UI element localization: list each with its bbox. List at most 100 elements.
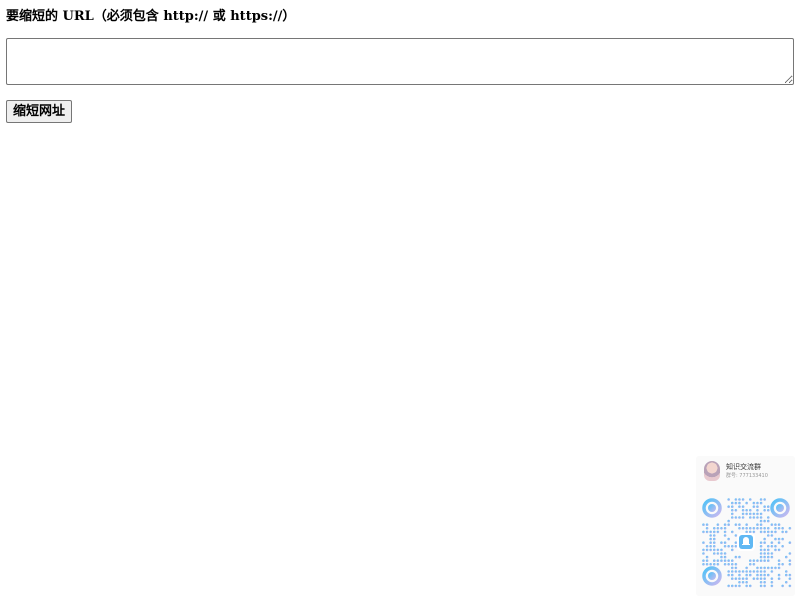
qr-module <box>734 570 738 573</box>
qr-module <box>731 512 734 516</box>
qr-module <box>759 530 763 534</box>
qr-module <box>788 541 792 544</box>
qr-module <box>770 581 774 584</box>
qr-module <box>734 541 738 544</box>
qr-module <box>767 530 770 534</box>
qr-module <box>788 563 792 566</box>
qr-module <box>745 530 748 534</box>
qr-module <box>749 563 752 566</box>
qr-module <box>731 516 734 519</box>
qr-module <box>788 527 792 530</box>
qr-module <box>741 512 745 516</box>
url-label: 要缩短的 URL（必须包含 http:// 或 https://） <box>6 9 296 24</box>
qr-module <box>756 559 759 562</box>
qr-module <box>741 505 745 508</box>
qr-module <box>781 530 784 534</box>
qr-module <box>767 519 770 523</box>
qr-module <box>770 555 774 559</box>
qr-module <box>738 570 741 573</box>
qr-module <box>763 566 766 570</box>
qr-module <box>709 537 712 541</box>
qr-module <box>702 552 705 555</box>
qr-module <box>777 527 781 530</box>
qr-module <box>763 519 766 523</box>
qr-module <box>777 541 781 544</box>
qr-module <box>756 577 759 580</box>
qr-module <box>770 541 774 544</box>
qr-module <box>716 548 720 552</box>
qr-module <box>723 541 727 544</box>
qr-module <box>774 523 777 526</box>
shorten-url-button[interactable]: 缩短网址 <box>6 100 73 123</box>
qr-module <box>767 573 770 577</box>
qr-module <box>759 573 763 577</box>
qr-module <box>741 570 745 573</box>
qr-module <box>727 559 730 562</box>
qr-module <box>713 548 716 552</box>
qr-module <box>741 577 745 580</box>
qr-module <box>781 584 784 588</box>
qr-module <box>759 555 763 559</box>
shorten-url-form: 要缩短的 URL（必须包含 http:// 或 https://） 缩短网址 <box>6 8 794 123</box>
qr-module <box>734 498 738 501</box>
qr-module <box>752 559 756 562</box>
qr-module <box>770 577 774 580</box>
qr-module <box>720 552 723 555</box>
qr-module <box>749 570 752 573</box>
qr-module <box>745 512 748 516</box>
qr-module <box>734 545 738 548</box>
qr-module <box>763 548 766 552</box>
qr-module <box>738 573 741 577</box>
qr-module <box>759 548 763 552</box>
qr-module <box>770 530 774 534</box>
qr-module <box>749 512 752 516</box>
qr-module <box>713 545 716 548</box>
qr-module <box>749 584 752 588</box>
qr-module <box>727 584 730 588</box>
qr-module <box>777 523 781 526</box>
qr-module <box>767 555 770 559</box>
qr-module <box>763 559 766 562</box>
qr-module <box>785 555 788 559</box>
avatar <box>704 461 720 481</box>
qr-module <box>767 509 770 512</box>
qr-module <box>720 555 723 559</box>
qr-module <box>763 552 766 555</box>
qr-module <box>759 584 763 588</box>
qr-module <box>770 570 774 573</box>
url-textarea[interactable] <box>6 38 794 85</box>
qr-module <box>749 498 752 501</box>
qr-module <box>731 566 734 570</box>
qr-module <box>770 566 774 570</box>
qr-module <box>763 555 766 559</box>
qr-module <box>716 559 720 562</box>
qr-module <box>752 577 756 580</box>
qr-module <box>741 516 745 519</box>
qr-module <box>702 563 705 566</box>
qr-module <box>720 527 723 530</box>
qr-module <box>756 505 759 508</box>
qr-module <box>749 527 752 530</box>
qr-module <box>756 573 759 577</box>
qr-module <box>767 505 770 508</box>
qr-module <box>788 559 792 562</box>
qr-module <box>767 527 770 530</box>
qr-module <box>781 545 784 548</box>
qr-code-icon <box>702 498 792 588</box>
qr-module <box>759 501 763 505</box>
qr-module <box>713 552 716 555</box>
qr-module <box>731 573 734 577</box>
qr-module <box>709 548 712 552</box>
qr-module <box>716 563 720 566</box>
qr-module <box>745 577 748 580</box>
qr-module <box>705 523 709 526</box>
qr-module <box>720 548 723 552</box>
qr-module <box>705 563 709 566</box>
qr-module <box>716 523 720 526</box>
qr-module <box>774 545 777 548</box>
qr-module <box>727 573 730 577</box>
qr-module <box>716 552 720 555</box>
qr-module <box>723 523 727 526</box>
qr-module <box>767 566 770 570</box>
qr-module <box>713 537 716 541</box>
